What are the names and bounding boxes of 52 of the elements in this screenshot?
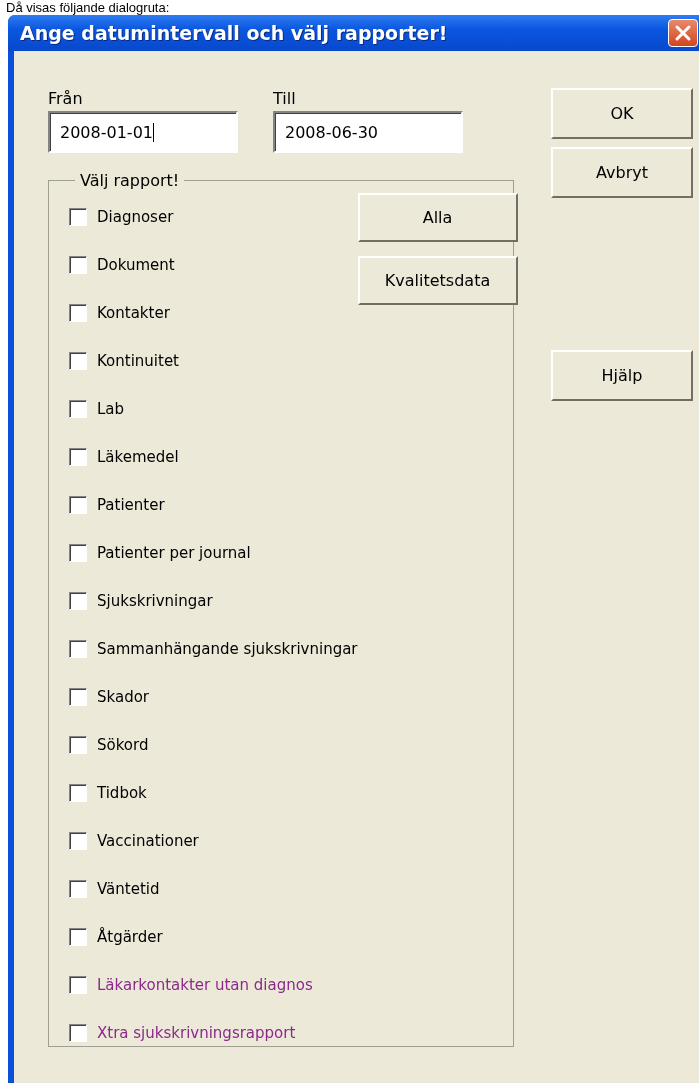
checkbox[interactable] [69,352,87,370]
checkbox[interactable] [69,784,87,802]
caption-text: Då visas följande dialogruta: [5,0,171,15]
checkbox-label: Åtgärder [97,928,163,946]
checkbox[interactable] [69,256,87,274]
dialog-button[interactable]: OK [551,88,693,139]
date-field[interactable]: 2008-06-30 [273,111,463,153]
group-button[interactable]: Alla [357,193,518,242]
close-button[interactable] [668,19,698,47]
checkbox-label: Väntetid [97,880,160,898]
checkbox-label: Skador [97,688,149,706]
checkbox-label: Lab [97,400,125,418]
checkbox-label: Patienter per journal [97,544,251,562]
checkbox-label: Kontinuitet [97,352,179,370]
checkbox[interactable] [69,832,87,850]
checkbox-label: Kontakter [97,304,170,322]
checkbox-label: Tidbok [97,784,147,802]
checkbox-label: Sjukskrivningar [97,592,213,610]
checkbox-label: Vaccinationer [97,832,199,850]
checkbox[interactable] [69,736,87,754]
checkbox[interactable] [69,976,87,994]
field-label: Till [273,89,297,110]
checkbox-label: Läkarkontakter utan diagnos [97,976,313,994]
group-button[interactable]: Kvalitetsdata [357,256,518,305]
checkbox[interactable] [69,640,87,658]
checkbox[interactable] [69,496,87,514]
checkbox-label: Diagnoser [97,208,174,226]
group-legend: Välj rapport! [75,171,185,190]
window-title: Ange datumintervall och välj rapporter! [20,22,448,44]
checkbox-label: Dokument [97,256,175,274]
checkbox-label: Sammanhängande sjukskrivningar [97,640,358,658]
checkbox[interactable] [69,928,87,946]
checkbox[interactable] [69,1024,87,1042]
field-label: Från [48,89,84,110]
checkbox-label: Sökord [97,736,149,754]
checkbox[interactable] [69,448,87,466]
checkbox[interactable] [69,880,87,898]
checkbox[interactable] [69,688,87,706]
checkbox[interactable] [69,304,87,322]
checkbox[interactable] [69,208,87,226]
checkbox[interactable] [69,400,87,418]
dialog-button[interactable]: Avbryt [551,147,693,198]
close-icon [674,24,692,42]
date-field[interactable]: 2008-01-01 [48,111,238,153]
field-value: 2008-06-30 [285,122,378,142]
checkbox-label: Patienter [97,496,165,514]
checkbox[interactable] [69,592,87,610]
checkbox-label: Läkemedel [97,448,179,466]
dialog-button[interactable]: Hjälp [551,350,693,401]
checkbox[interactable] [69,544,87,562]
checkbox-label: Xtra sjukskrivningsrapport [97,1024,296,1042]
field-value: 2008-01-01 [60,122,153,142]
